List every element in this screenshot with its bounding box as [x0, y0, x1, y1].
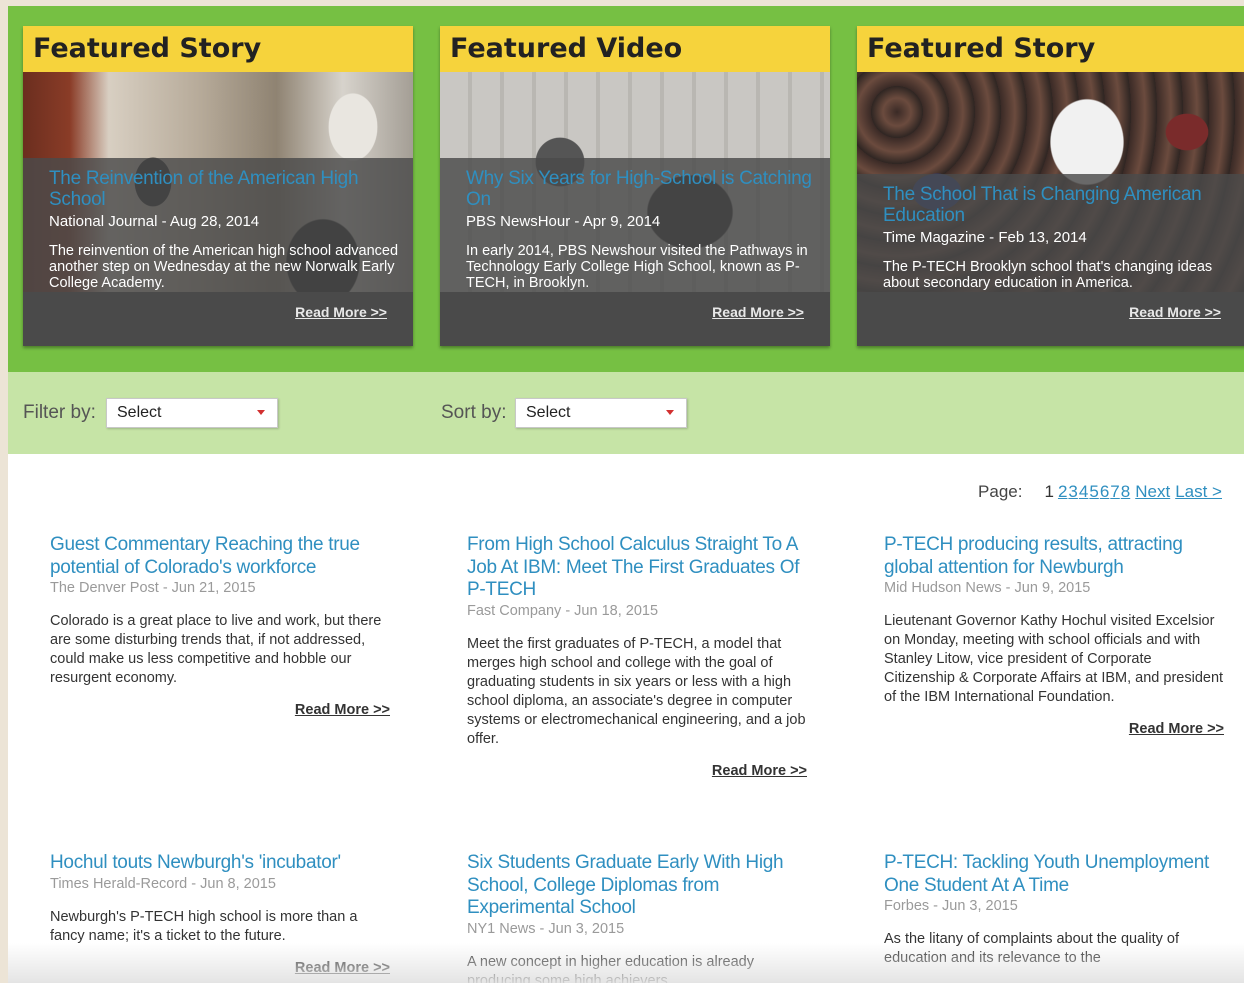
- next-page-link[interactable]: Next: [1135, 482, 1170, 502]
- article-summary: Meet the first graduates of P-TECH, a mo…: [467, 635, 806, 747]
- featured-heading: Featured Story: [857, 26, 1244, 72]
- featured-card[interactable]: Featured Video Why Six Years for High-Sc…: [440, 26, 830, 346]
- article-meta: Forbes - Jun 3, 2015: [884, 898, 1018, 914]
- article-meta: The Denver Post - Jun 21, 2015: [50, 580, 256, 596]
- article-title-link[interactable]: P-TECH producing results, attracting glo…: [884, 534, 1224, 579]
- featured-source: PBS NewsHour - Apr 9, 2014: [466, 213, 661, 230]
- article-item: Guest Commentary Reaching the true poten…: [50, 534, 390, 718]
- article-meta: Mid Hudson News - Jun 9, 2015: [884, 580, 1091, 596]
- page-link[interactable]: 7: [1110, 482, 1119, 502]
- featured-card[interactable]: Featured Story The School That is Changi…: [857, 26, 1244, 346]
- featured-card[interactable]: Featured Story The Reinvention of the Am…: [23, 26, 413, 346]
- page-link[interactable]: 3: [1068, 482, 1077, 502]
- featured-read-more-link[interactable]: Read More >>: [1129, 304, 1221, 320]
- article-meta: Times Herald-Record - Jun 8, 2015: [50, 875, 276, 892]
- article-summary: Newburgh's P-TECH high school is more th…: [50, 908, 358, 944]
- article-title-link[interactable]: Guest Commentary Reaching the true poten…: [50, 534, 390, 579]
- featured-title-link[interactable]: The School That is Changing American Edu…: [883, 184, 1237, 226]
- article-item: Six Students Graduate Early With High Sc…: [467, 852, 807, 983]
- article-item: Hochul touts Newburgh's 'incubator' Time…: [50, 852, 390, 976]
- featured-heading: Featured Video: [440, 26, 830, 72]
- article-title-link[interactable]: Hochul touts Newburgh's 'incubator': [50, 852, 390, 875]
- article-meta: Fast Company - Jun 18, 2015: [467, 602, 659, 619]
- featured-summary: In early 2014, PBS Newshour visited the …: [466, 243, 808, 291]
- featured-source: National Journal - Aug 28, 2014: [49, 213, 260, 230]
- article-summary: Colorado is a great place to live and wo…: [50, 613, 382, 686]
- page-link[interactable]: 8: [1121, 482, 1130, 502]
- current-page: 1: [1044, 482, 1054, 501]
- pagination: Page: 1 2 3 4 5 6 7 8 Next Last >: [978, 482, 1222, 502]
- article-read-more-link[interactable]: Read More >>: [884, 721, 1224, 737]
- featured-title-link[interactable]: Why Six Years for High-School is Catchin…: [466, 168, 820, 210]
- featured-summary: The P-TECH Brooklyn school that's changi…: [883, 259, 1213, 291]
- featured-read-more-link[interactable]: Read More >>: [712, 304, 804, 320]
- chevron-down-icon: [257, 410, 265, 415]
- page-link[interactable]: 5: [1089, 482, 1098, 502]
- featured-source: Time Magazine - Feb 13, 2014: [883, 229, 1087, 246]
- page: Featured Story The Reinvention of the Am…: [8, 6, 1244, 983]
- chevron-down-icon: [666, 410, 674, 415]
- article-title-link[interactable]: Six Students Graduate Early With High Sc…: [467, 852, 807, 920]
- article-read-more-link[interactable]: Read More >>: [467, 763, 807, 779]
- pagination-label: Page:: [978, 482, 1023, 501]
- article-read-more-link[interactable]: Read More >>: [50, 960, 390, 976]
- featured-overlay: The School That is Changing American Edu…: [857, 174, 1244, 346]
- page-link[interactable]: 2: [1058, 482, 1067, 502]
- sort-select[interactable]: Select: [515, 398, 687, 428]
- article-summary: Lieutenant Governor Kathy Hochul visited…: [884, 613, 1224, 705]
- filter-sort-bar: Filter by: Select Sort by: Select: [8, 372, 1244, 454]
- article-item: P-TECH: Tackling Youth Unemployment One …: [884, 852, 1224, 968]
- featured-section: Featured Story The Reinvention of the Am…: [8, 6, 1244, 372]
- article-title-link[interactable]: P-TECH: Tackling Youth Unemployment One …: [884, 852, 1224, 897]
- featured-title-link[interactable]: The Reinvention of the American High Sch…: [49, 168, 403, 210]
- sort-select-value: Select: [526, 404, 571, 421]
- filter-label: Filter by:: [23, 402, 96, 423]
- article-item: From High School Calculus Straight To A …: [467, 534, 807, 779]
- filter-select-value: Select: [117, 404, 162, 421]
- article-summary: As the litany of complaints about the qu…: [884, 931, 1180, 966]
- featured-heading: Featured Story: [23, 26, 413, 72]
- sort-label: Sort by:: [441, 402, 507, 423]
- page-link[interactable]: 4: [1079, 482, 1088, 502]
- last-page-link[interactable]: Last >: [1175, 482, 1222, 502]
- article-read-more-link[interactable]: Read More >>: [50, 702, 390, 718]
- filter-select[interactable]: Select: [106, 398, 278, 428]
- page-link[interactable]: 6: [1100, 482, 1109, 502]
- featured-summary: The reinvention of the American high sch…: [49, 243, 399, 291]
- featured-read-more-link[interactable]: Read More >>: [295, 304, 387, 320]
- article-item: P-TECH producing results, attracting glo…: [884, 534, 1224, 737]
- article-title-link[interactable]: From High School Calculus Straight To A …: [467, 534, 807, 602]
- article-summary: A new concept in higher education is alr…: [467, 953, 754, 983]
- article-meta: NY1 News - Jun 3, 2015: [467, 920, 625, 937]
